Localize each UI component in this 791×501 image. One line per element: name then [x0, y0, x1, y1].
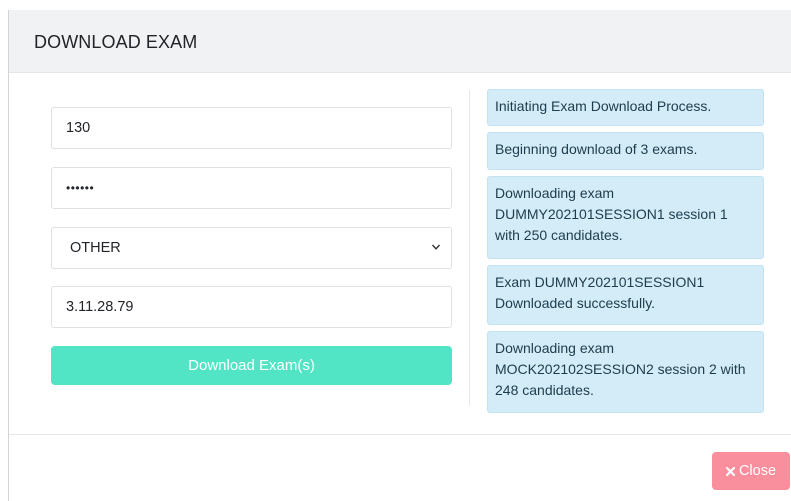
close-button[interactable]: Close — [712, 452, 790, 490]
version-input[interactable]: 3.11.28.79 — [51, 286, 452, 328]
modal-footer-divider — [9, 434, 791, 435]
column-divider — [469, 90, 470, 405]
download-exam-modal: DOWNLOAD EXAM 130 •••••• OTHER 3.11.28.7… — [9, 10, 791, 501]
chevron-down-icon — [431, 244, 441, 250]
exam-type-value: OTHER — [70, 240, 121, 256]
download-exams-button[interactable]: Download Exam(s) — [51, 346, 452, 385]
log-message: Initiating Exam Download Process. — [487, 89, 764, 126]
log-message: Beginning download of 3 exams. — [487, 132, 764, 170]
exam-type-select[interactable]: OTHER — [51, 227, 452, 269]
password-input[interactable]: •••••• — [51, 167, 452, 209]
times-icon — [725, 466, 735, 476]
centre-code-input[interactable]: 130 — [51, 107, 452, 149]
log-message: Downloading exam MOCK202102SESSION2 sess… — [487, 331, 764, 413]
close-label: Close — [738, 463, 777, 479]
log-message: Downloading exam DUMMY202101SESSION1 ses… — [487, 176, 764, 259]
log-message: Exam DUMMY202101SESSION1 Downloaded succ… — [487, 265, 764, 325]
modal-header: DOWNLOAD EXAM — [9, 10, 791, 73]
modal-title: DOWNLOAD EXAM — [34, 32, 198, 52]
